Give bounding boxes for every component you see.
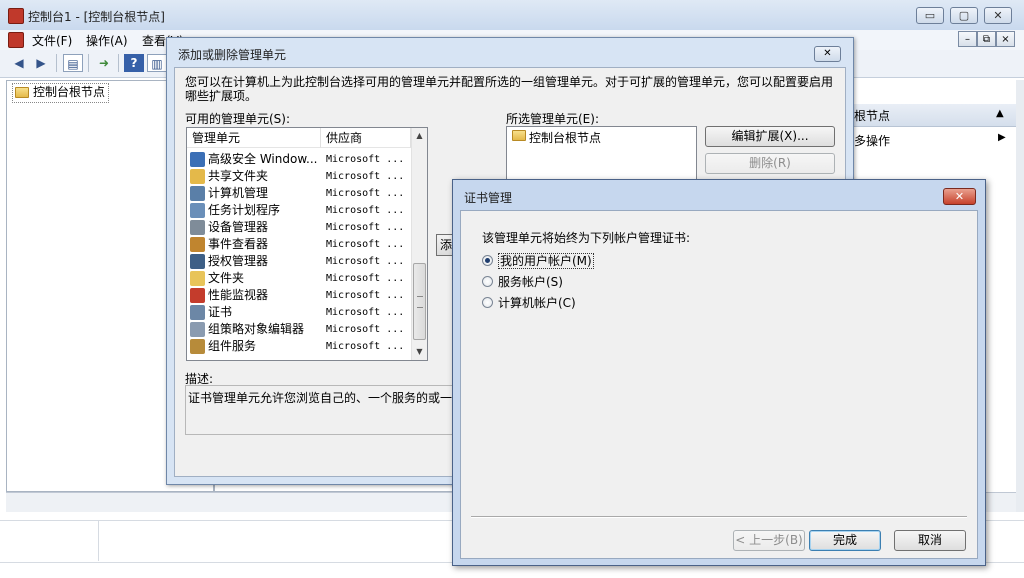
tree-node-label: 控制台根节点 xyxy=(33,85,106,99)
cert-dialog-title: 证书管理 xyxy=(464,191,513,205)
device-manager-icon xyxy=(190,220,205,235)
description-text: 证书管理单元允许您浏览自己的、一个服务的或一 xyxy=(188,391,452,405)
event-viewer-icon xyxy=(190,237,205,252)
computer-management-icon xyxy=(190,186,205,201)
window-maximize-button[interactable]: ▢ xyxy=(950,7,978,24)
toolbar-separator xyxy=(88,54,89,72)
group-policy-icon xyxy=(190,322,205,337)
folder-icon xyxy=(15,87,29,98)
snapin-vendor: Microsoft ... xyxy=(326,290,405,301)
finish-button[interactable]: 完成 xyxy=(809,530,881,551)
back-button[interactable]: < 上一步(B) xyxy=(733,530,805,551)
actions-more-item[interactable]: 多操作 xyxy=(854,132,890,149)
snapin-name: 组件服务 xyxy=(208,339,257,353)
snapin-name: 事件查看器 xyxy=(208,237,269,251)
snapin-name: 授权管理器 xyxy=(208,254,269,268)
console-icon[interactable] xyxy=(8,32,24,48)
actions-header-title: 根节点 xyxy=(854,109,891,123)
radio-label: 我的用户帐户(M) xyxy=(498,253,594,269)
snapin-vendor: Microsoft ... xyxy=(326,256,405,267)
certificate-icon xyxy=(190,305,205,320)
export-list-icon[interactable]: ➜ xyxy=(94,54,114,72)
show-hide-tree-icon[interactable]: ▤ xyxy=(63,54,83,72)
cert-dialog-close-button[interactable]: ✕ xyxy=(943,188,976,205)
snapin-name: 设备管理器 xyxy=(208,220,269,234)
selected-item-label: 控制台根节点 xyxy=(529,131,602,145)
column-header-vendor[interactable]: 供应商 xyxy=(321,128,411,148)
authorization-icon xyxy=(190,254,205,269)
radio-my-user-account[interactable]: 我的用户帐户(M) xyxy=(482,253,594,269)
forward-arrow-icon[interactable]: ▶ xyxy=(31,54,51,72)
snapin-vendor: Microsoft ... xyxy=(326,205,405,216)
edit-extensions-button[interactable]: 编辑扩展(X)... xyxy=(705,126,835,147)
component-services-icon xyxy=(190,339,205,354)
window-title: 控制台1 - [控制台根节点] xyxy=(28,10,165,24)
snapin-vendor: Microsoft ... xyxy=(326,188,405,199)
scroll-up-icon[interactable]: ▲ xyxy=(412,128,427,143)
submenu-arrow-icon: ▶ xyxy=(998,132,1006,143)
snapin-vendor: Microsoft ... xyxy=(326,222,405,233)
scroll-thumb[interactable] xyxy=(413,263,426,340)
snapin-name: 计算机管理 xyxy=(208,186,269,200)
cert-dialog-separator xyxy=(471,516,967,518)
snapin-vendor: Microsoft ... xyxy=(326,171,405,182)
snapin-name: 证书 xyxy=(208,305,233,319)
radio-selected-icon xyxy=(482,255,493,266)
show-action-pane-icon[interactable]: ▥ xyxy=(147,54,167,72)
performance-icon xyxy=(190,288,205,303)
cancel-button[interactable]: 取消 xyxy=(894,530,966,551)
snapin-name: 高级安全 Window... xyxy=(208,152,318,166)
column-header-name[interactable]: 管理单元 xyxy=(187,128,321,148)
help-icon[interactable]: ? xyxy=(124,54,144,72)
selected-item-console-root[interactable]: 控制台根节点 xyxy=(512,129,601,146)
mdi-restore-button[interactable]: ⧉ xyxy=(977,31,996,47)
radio-label: 服务帐户(S) xyxy=(498,275,563,289)
snapin-vendor: Microsoft ... xyxy=(326,341,405,352)
toolbar-separator xyxy=(118,54,119,72)
tree-node-console-root[interactable]: 控制台根节点 xyxy=(12,83,110,103)
radio-computer-account[interactable]: 计算机帐户(C) xyxy=(482,295,576,311)
menu-file[interactable]: 文件(F) xyxy=(32,32,72,49)
shared-folder-icon xyxy=(190,169,205,184)
snapin-name: 共享文件夹 xyxy=(208,169,269,183)
radio-label: 计算机帐户(C) xyxy=(498,296,576,310)
mmc-app-icon xyxy=(8,8,24,24)
snapin-vendor: Microsoft ... xyxy=(326,273,405,284)
snapin-vendor: Microsoft ... xyxy=(326,307,405,318)
add-remove-description: 您可以在计算机上为此控制台选择可用的管理单元并配置所选的一组管理单元。对于可扩展… xyxy=(185,75,834,103)
snapin-name: 任务计划程序 xyxy=(208,203,281,217)
add-remove-close-button[interactable]: ✕ xyxy=(814,46,841,62)
list-scrollbar[interactable]: ▲ ▼ xyxy=(411,128,427,360)
folder-icon xyxy=(190,271,205,286)
snapin-name: 文件夹 xyxy=(208,271,245,285)
add-remove-dialog-title: 添加或删除管理单元 xyxy=(178,48,287,62)
radio-service-account[interactable]: 服务帐户(S) xyxy=(482,274,563,290)
window-minimize-button[interactable]: ▭ xyxy=(916,7,944,24)
clock-icon xyxy=(190,203,205,218)
snapin-name: 性能监视器 xyxy=(208,288,269,302)
snapin-vendor: Microsoft ... xyxy=(326,324,405,335)
selected-snapins-label: 所选管理单元(E): xyxy=(506,112,599,126)
mdi-minimize-button[interactable]: – xyxy=(958,31,977,47)
cert-account-prompt: 该管理单元将始终为下列帐户管理证书: xyxy=(482,231,691,245)
divider xyxy=(98,521,99,561)
remove-button[interactable]: 删除(R) xyxy=(705,153,835,174)
collapse-up-icon[interactable]: ▲ xyxy=(996,108,1004,119)
firewall-icon xyxy=(190,152,205,167)
radio-unselected-icon xyxy=(482,276,493,287)
folder-icon xyxy=(512,130,526,141)
snapin-vendor: Microsoft ... xyxy=(326,239,405,250)
available-snapins-label: 可用的管理单元(S): xyxy=(185,112,291,126)
snapin-name: 组策略对象编辑器 xyxy=(208,322,305,336)
scroll-down-icon[interactable]: ▼ xyxy=(412,344,427,359)
snapin-vendor: Microsoft ... xyxy=(326,154,405,165)
window-close-button[interactable]: ✕ xyxy=(984,7,1012,24)
toolbar-separator xyxy=(56,54,57,72)
back-arrow-icon[interactable]: ◀ xyxy=(9,54,29,72)
radio-unselected-icon xyxy=(482,297,493,308)
menu-action[interactable]: 操作(A) xyxy=(86,32,128,49)
mdi-close-button[interactable]: × xyxy=(996,31,1015,47)
window-edge xyxy=(1016,80,1024,512)
